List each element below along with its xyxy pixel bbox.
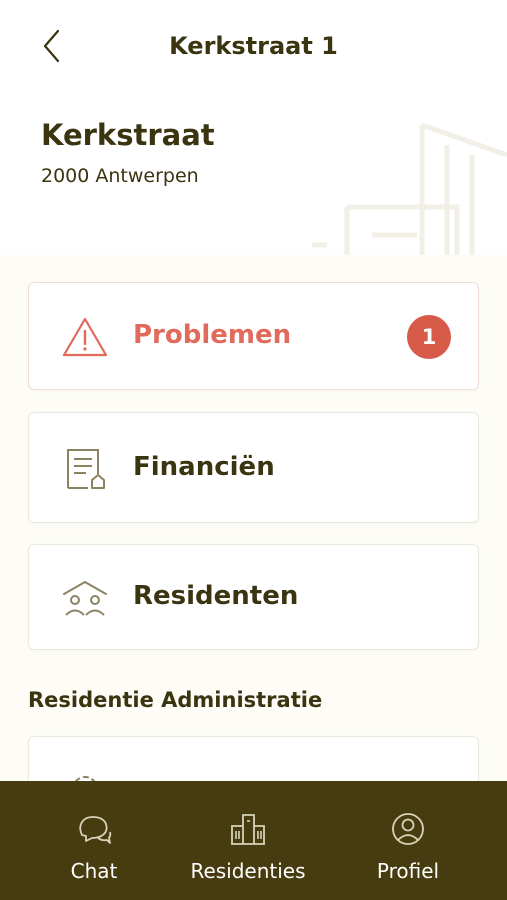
residents-label: Residenten [133, 581, 299, 611]
residents-icon [61, 574, 109, 622]
warning-triangle-icon [61, 313, 109, 361]
problems-count-badge: 1 [407, 315, 451, 359]
bottom-tab-bar: Chat Residenties Profiel [0, 781, 507, 900]
tab-residenties-label: Residenties [190, 859, 306, 883]
page-title: Kerkstraat 1 [169, 32, 338, 60]
finances-card[interactable]: Financiën [28, 412, 479, 523]
address-street: Kerkstraat [41, 118, 215, 152]
document-house-icon [61, 445, 109, 493]
problems-label: Problemen [133, 320, 292, 350]
tab-profiel-label: Profiel [376, 859, 440, 883]
tab-profiel[interactable]: Profiel [364, 781, 452, 900]
chat-bubbles-icon [76, 811, 112, 847]
problems-card[interactable]: Problemen 1 [28, 282, 479, 390]
residents-card[interactable]: Residenten [28, 544, 479, 650]
building-illustration [312, 122, 507, 255]
finances-label: Financiën [133, 452, 275, 482]
user-circle-icon [390, 811, 426, 847]
address-city: 2000 Antwerpen [41, 165, 199, 187]
buildings-icon [230, 811, 266, 847]
header: Kerkstraat 1 Kerkstraat 2000 Antwerpen [0, 0, 507, 255]
section-title: Residentie Administratie [28, 688, 323, 712]
tab-residenties[interactable]: Residenties [183, 781, 313, 900]
tab-chat-label: Chat [70, 859, 118, 883]
tab-chat[interactable]: Chat [50, 781, 138, 900]
